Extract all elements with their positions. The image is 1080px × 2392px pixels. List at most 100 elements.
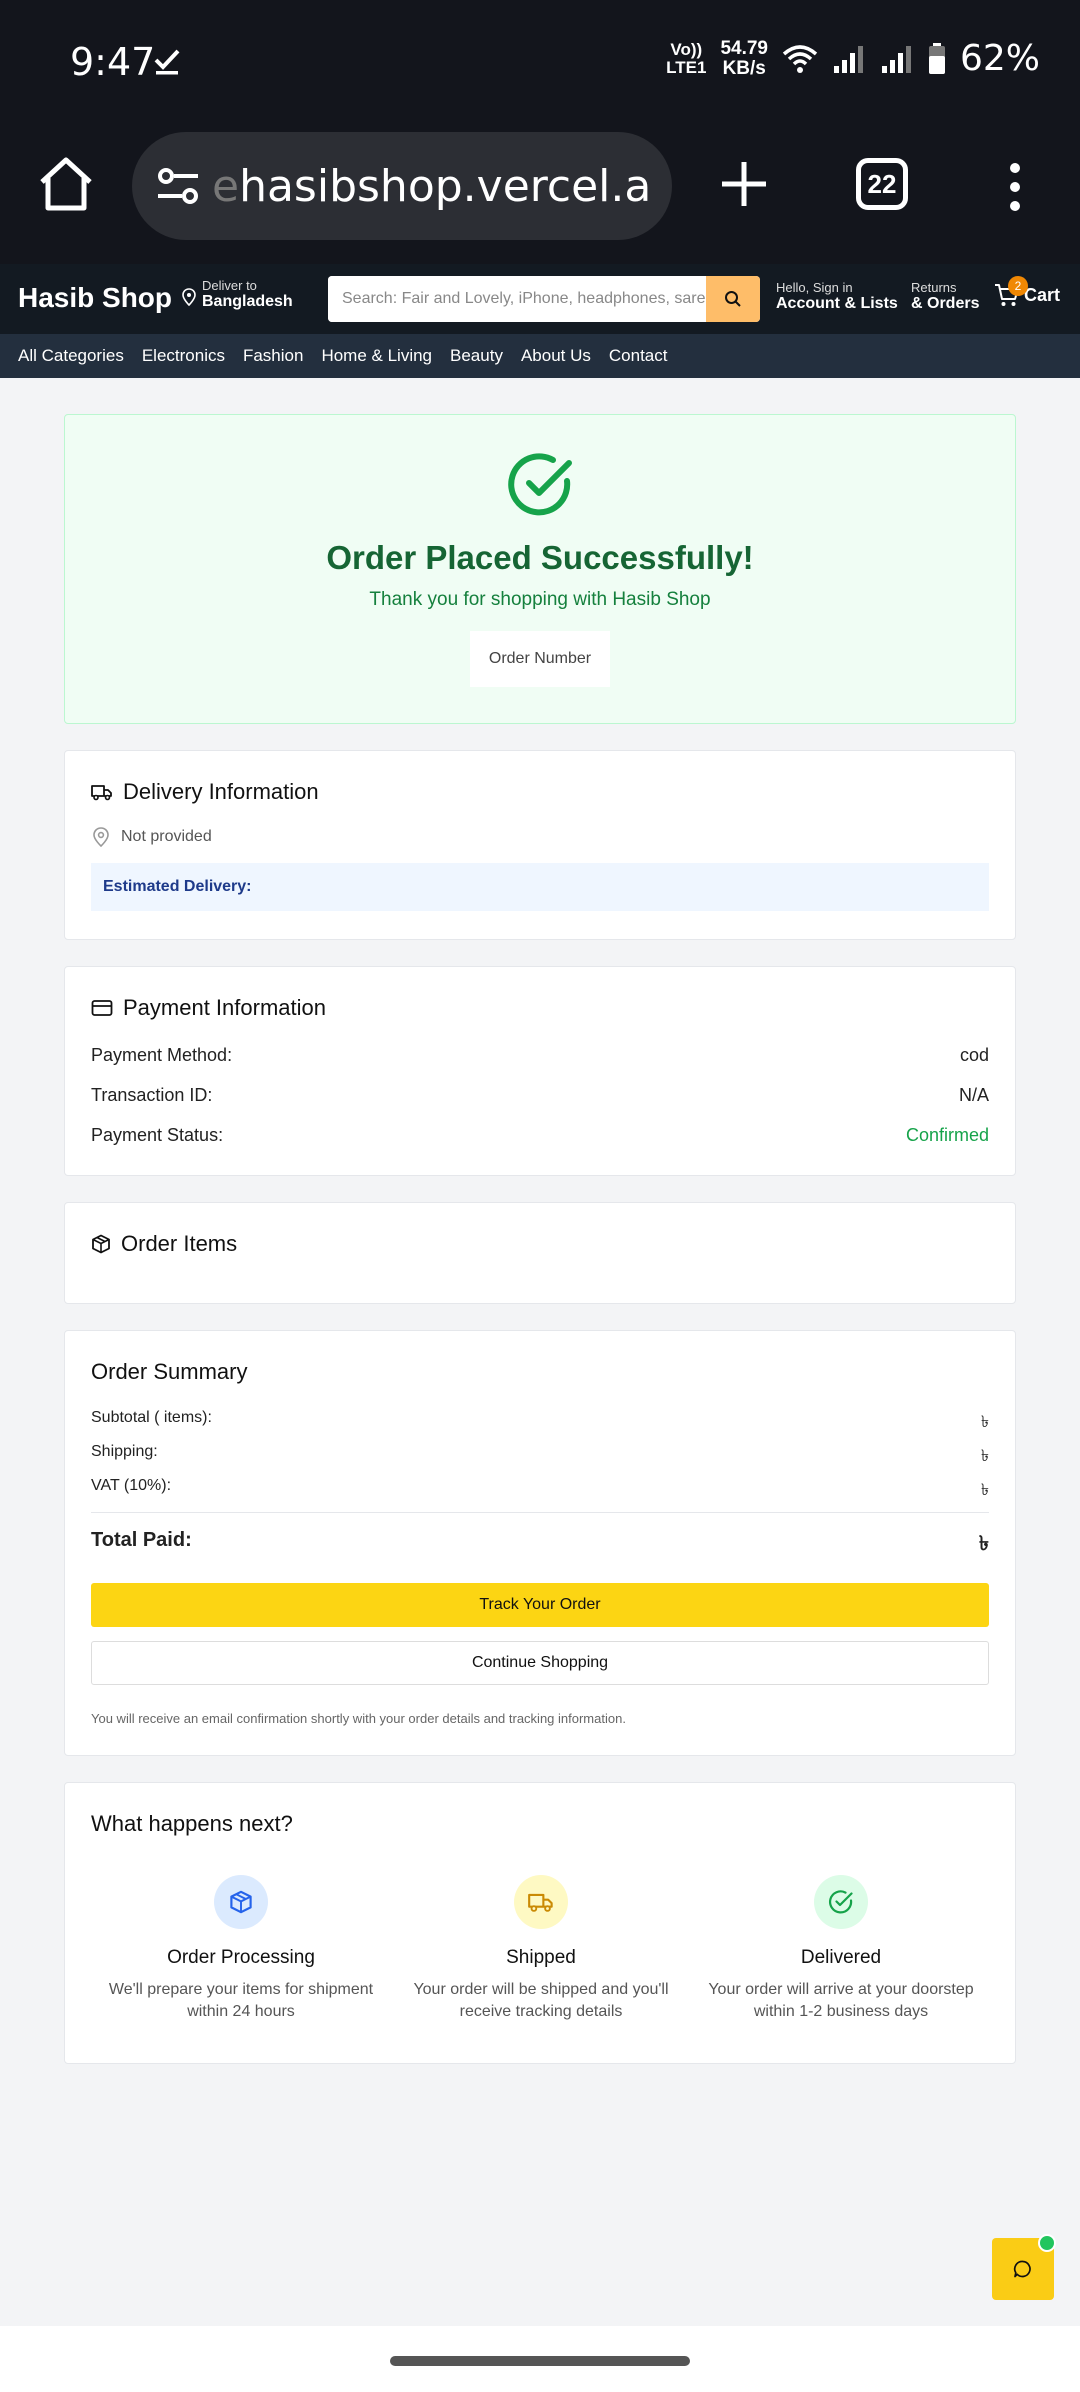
status-icons: Vo)) LTE1 54.79 KB/s 62% [666,38,1040,79]
vat-row: VAT (10%): ৳ [91,1477,989,1499]
step-title: Shipped [506,1947,576,1968]
nav-home-living[interactable]: Home & Living [321,346,432,366]
nav-all-categories[interactable]: All Categories [18,346,124,366]
nav-contact[interactable]: Contact [609,346,668,366]
battery-percent: 62% [959,38,1040,79]
new-tab-icon[interactable] [718,158,770,210]
home-icon[interactable] [36,154,96,214]
order-items-card: Order Items [64,1202,1016,1304]
chat-icon [1013,2260,1031,2278]
payment-info-card: Payment Information Payment Method: cod … [64,966,1016,1176]
step-icon-wrap [514,1875,568,1929]
payment-title: Payment Information [91,995,326,1021]
nav-about-us[interactable]: About Us [521,346,591,366]
battery-icon [928,42,945,74]
package-icon [92,1234,110,1254]
location-pin-icon [182,288,196,306]
step-order-processing: Order Processing We'll prepare your item… [91,1875,391,2023]
account-menu[interactable]: Hello, Sign in Account & Lists [776,280,898,313]
package-icon [230,1890,252,1914]
status-time: 9:47 [70,40,156,84]
check-circle-icon [829,1890,853,1914]
wifi-icon [782,44,818,73]
transaction-id-row: Transaction ID: N/A [91,1085,989,1105]
step-title: Delivered [800,1947,882,1968]
shipping-row: Shipping: ৳ [91,1443,989,1465]
step-title: Order Processing [167,1947,315,1968]
step-icon-wrap [214,1875,268,1929]
total-row: Total Paid: ৳ [91,1529,989,1555]
site-logo[interactable]: Hasib Shop [18,282,172,314]
more-options-icon[interactable] [1000,162,1030,212]
step-description: We'll prepare your items for shipment wi… [108,1981,374,2020]
cart-label: Cart [1024,284,1061,305]
search-box [328,276,760,322]
step-description: Your order will be shipped and you'll re… [413,1981,669,2020]
order-success-card: Order Placed Successfully! Thank you for… [64,414,1016,724]
summary-divider [91,1512,989,1513]
success-subtitle: Thank you for shopping with Hasib Shop [369,589,711,610]
status-bar: 9:47 Vo)) LTE1 54.79 KB/s 62% [0,0,1080,128]
account-label: Account & Lists [776,295,898,312]
search-input[interactable] [328,276,706,322]
volte-indicator: Vo)) LTE1 [666,39,707,77]
delivery-title: Delivery Information [91,779,319,805]
estimated-delivery: Estimated Delivery: [91,863,989,911]
nav-electronics[interactable]: Electronics [142,346,225,366]
online-indicator [1038,2234,1056,2252]
returns-label: Returns [911,280,957,295]
summary-title: Order Summary [91,1359,248,1384]
account-greeting: Hello, Sign in [776,280,853,295]
order-summary-card: Order Summary Subtotal ( items): ৳ Shipp… [64,1330,1016,1756]
category-nav: All Categories Electronics Fashion Home … [0,334,1080,378]
step-shipped: Shipped Your order will be shipped and y… [391,1875,691,2023]
site-settings-icon[interactable] [154,161,204,211]
address-bar[interactable]: ehasibshop.vercel.app [132,132,672,240]
step-icon-wrap [814,1875,868,1929]
step-description: Your order will arrive at your doorstep … [708,1981,974,2020]
download-done-icon [154,49,180,75]
search-button[interactable] [706,276,760,322]
transaction-id-value: N/A [958,1085,989,1105]
step-delivered: Delivered Your order will arrive at your… [691,1875,991,2023]
signal-icon-sim1 [833,45,863,73]
tab-switcher-button[interactable]: 22 [856,158,908,210]
search-icon [725,291,741,307]
success-check-icon [508,453,572,516]
email-confirmation-note: You will receive an email confirmation s… [91,1711,626,1726]
payment-method-row: Payment Method: cod [91,1045,989,1065]
site-header: Hasib Shop Deliver to Bangladesh Hello, … [0,264,1080,334]
signal-icon-sim2 [881,45,911,73]
location-pin-icon [93,827,109,847]
orders-label: & Orders [911,295,980,312]
next-steps-card: What happens next? Order Processing We'l… [64,1782,1016,2064]
truck-icon [528,1893,553,1912]
browser-toolbar: ehasibshop.vercel.app 22 [0,128,1080,264]
subtotal-row: Subtotal ( items): ৳ [91,1409,989,1431]
success-title: Order Placed Successfully! [326,539,754,576]
deliver-to[interactable]: Deliver to Bangladesh [182,278,293,311]
url-text: ehasibshop.vercel.app [212,160,652,212]
deliver-location: Bangladesh [202,293,293,310]
payment-method-value: cod [959,1045,989,1065]
payment-status-value: Confirmed [905,1125,989,1145]
deliver-label: Deliver to [202,278,257,293]
cart-button[interactable]: 2 Cart [994,276,1061,308]
returns-orders[interactable]: Returns & Orders [911,280,979,313]
track-order-button[interactable]: Track Your Order [91,1583,989,1627]
nav-beauty[interactable]: Beauty [450,346,503,366]
system-nav-bar [0,2326,1080,2392]
nav-fashion[interactable]: Fashion [243,346,303,366]
network-speed: 54.79 KB/s [720,37,768,79]
continue-shopping-button[interactable]: Continue Shopping [91,1641,989,1685]
payment-status-row: Payment Status: Confirmed [91,1125,989,1145]
cart-count-badge: 2 [1008,276,1028,296]
order-number-box: Order Number [470,631,610,687]
next-steps-title: What happens next? [91,1811,293,1836]
truck-icon [91,785,112,801]
delivery-address: Not provided [93,827,212,847]
order-items-title: Order Items [91,1231,237,1257]
credit-card-icon [91,1000,113,1016]
delivery-info-card: Delivery Information Not provided Estima… [64,750,1016,940]
gesture-handle[interactable] [390,2356,690,2366]
